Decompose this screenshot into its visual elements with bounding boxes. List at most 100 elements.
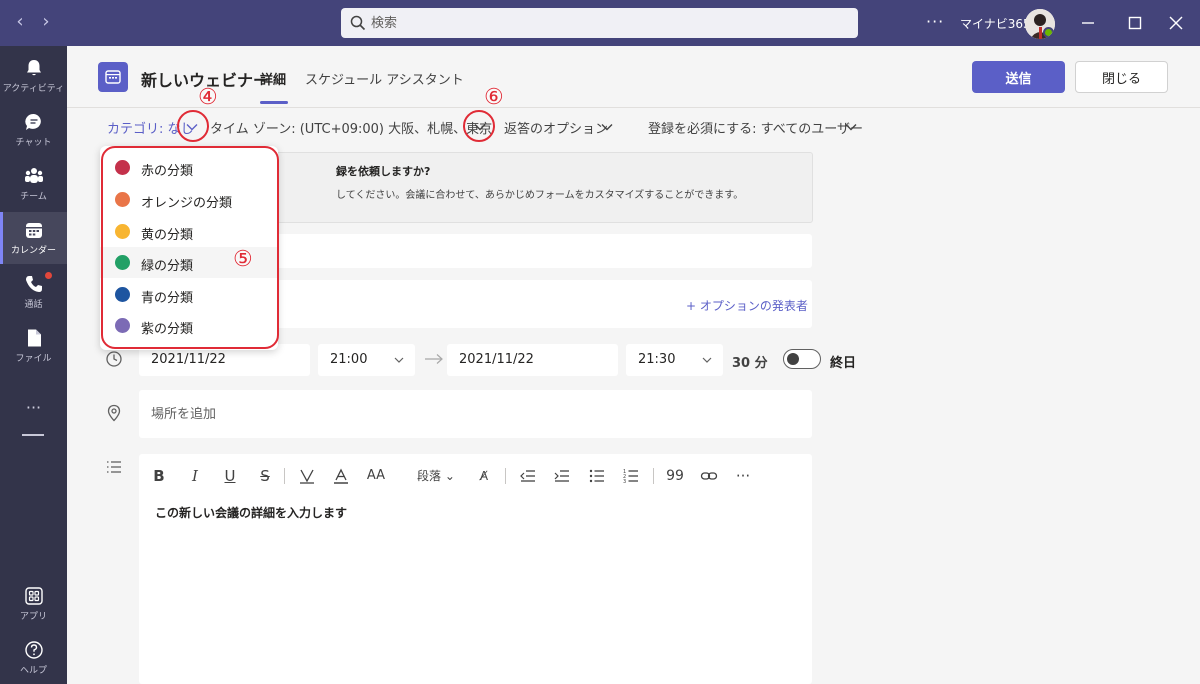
category-item-orange[interactable]: オレンジの分類 xyxy=(100,184,278,215)
quote-button[interactable]: 99 xyxy=(663,464,687,488)
details-list-icon xyxy=(107,461,121,473)
apps-icon xyxy=(25,587,43,605)
rail-item-calendar[interactable]: カレンダー xyxy=(0,212,67,264)
category-color-dot xyxy=(115,160,130,175)
svg-text:3: 3 xyxy=(623,479,626,485)
paragraph-style-label: 段落 xyxy=(417,469,442,483)
avatar[interactable] xyxy=(1025,9,1055,39)
rail-item-files[interactable]: ファイル xyxy=(0,320,67,372)
title-bar: ‹ › ··· マイナビ365 xyxy=(0,0,1200,46)
registration-option[interactable]: 登録を必須にする: すべてのユーザー xyxy=(648,118,863,137)
meeting-form: 新しいウェビナー 詳細 スケジュール アシスタント 送信 閉じる カテゴリ: な… xyxy=(67,46,1200,684)
start-time-field[interactable]: 21:00 xyxy=(318,344,415,376)
tab-details[interactable]: 詳細 xyxy=(260,69,289,104)
outdent-icon xyxy=(520,470,535,482)
more-options-icon[interactable]: ··· xyxy=(926,12,944,31)
more-apps-icon[interactable]: ··· xyxy=(0,398,67,417)
start-date-value: 2021/11/22 xyxy=(151,352,226,367)
help-icon xyxy=(25,641,43,659)
category-label: 緑の分類 xyxy=(141,259,194,274)
category-color-dot xyxy=(115,255,130,270)
insert-link-button[interactable] xyxy=(697,464,721,488)
all-day-label: 終日 xyxy=(830,356,857,371)
location-pin-icon xyxy=(107,404,121,422)
search-box[interactable] xyxy=(341,8,858,38)
rail-item-teams[interactable]: チーム xyxy=(0,158,67,210)
increase-indent-button[interactable] xyxy=(550,464,574,488)
editor-placeholder: この新しい会議の詳細を入力します xyxy=(155,506,348,520)
more-formatting-icon[interactable]: ··· xyxy=(731,464,755,488)
highlight-button[interactable] xyxy=(295,464,319,488)
rail-label: ファイル xyxy=(15,354,52,364)
location-input[interactable] xyxy=(151,404,791,424)
app-rail: アクティビティ チャット チーム カレンダー 通話 ファイル ··· アプリ ヘ… xyxy=(0,46,67,684)
category-item-yellow[interactable]: 黄の分類 xyxy=(100,216,278,247)
send-button[interactable]: 送信 xyxy=(972,61,1065,93)
rail-label: アクティビティ xyxy=(2,84,65,94)
close-window-icon[interactable] xyxy=(1163,10,1189,36)
end-time-field[interactable]: 21:30 xyxy=(626,344,723,376)
close-button[interactable]: 閉じる xyxy=(1075,61,1168,93)
rail-item-apps[interactable]: アプリ xyxy=(0,578,67,630)
toolbar-divider xyxy=(284,468,285,484)
org-name[interactable]: マイナビ365 xyxy=(960,15,1031,32)
search-input[interactable] xyxy=(371,12,841,34)
all-day-toggle[interactable] xyxy=(783,349,821,369)
rail-item-chat[interactable]: チャット xyxy=(0,104,67,156)
header-divider xyxy=(67,107,1200,108)
annotation-number-4: ④ xyxy=(198,85,218,110)
category-label: オレンジの分類 xyxy=(141,196,233,211)
rail-label: カレンダー xyxy=(10,246,56,256)
response-option[interactable]: 返答のオプション xyxy=(504,118,608,137)
location-field[interactable] xyxy=(139,390,812,438)
end-time-value: 21:30 xyxy=(638,352,676,367)
rail-label: ヘルプ xyxy=(19,666,47,676)
timezone-option[interactable]: タイム ゾーン: (UTC+09:00) 大阪、札幌、東京 xyxy=(210,118,492,137)
category-item-blue[interactable]: 青の分類 xyxy=(100,279,278,310)
rail-item-help[interactable]: ヘルプ xyxy=(0,632,67,684)
notification-dot xyxy=(45,272,52,279)
category-color-dot xyxy=(115,192,130,207)
italic-button[interactable]: I xyxy=(183,464,207,488)
file-icon xyxy=(28,329,41,347)
indent-icon xyxy=(554,470,569,482)
timezone-chevron-down-icon[interactable] xyxy=(473,120,487,134)
details-editor[interactable]: B I U S AA 段落 ⌄ A̸ 123 99 ··· この新しい会議の詳細… xyxy=(139,454,812,684)
rail-item-activity[interactable]: アクティビティ xyxy=(0,50,67,102)
registration-chevron-down-icon[interactable] xyxy=(844,120,858,134)
strikethrough-button[interactable]: S xyxy=(253,464,277,488)
response-chevron-down-icon[interactable] xyxy=(600,120,614,134)
clear-formatting-button[interactable]: A̸ xyxy=(472,464,496,488)
add-optional-presenter-link[interactable]: + オプションの発表者 xyxy=(686,297,808,314)
font-color-button[interactable] xyxy=(329,464,353,488)
font-size-button[interactable]: AA xyxy=(364,464,388,488)
category-chevron-down-icon[interactable] xyxy=(185,120,199,134)
annotation-number-6: ⑥ xyxy=(484,85,504,110)
back-arrow-icon[interactable]: ‹ xyxy=(10,12,30,32)
bold-button[interactable]: B xyxy=(147,464,171,488)
end-date-field[interactable]: 2021/11/22 xyxy=(447,344,618,376)
tab-scheduling-assistant[interactable]: スケジュール アシスタント xyxy=(305,69,464,88)
bulleted-list-button[interactable] xyxy=(585,464,609,488)
forward-arrow-icon[interactable]: › xyxy=(36,12,56,32)
calendar-icon xyxy=(26,223,42,238)
category-option[interactable]: カテゴリ: なし xyxy=(107,118,194,137)
paragraph-style-button[interactable]: 段落 ⌄ xyxy=(411,464,461,488)
duration-label: 30 分 xyxy=(732,356,768,371)
rail-item-calls[interactable]: 通話 xyxy=(0,266,67,318)
minimize-icon[interactable] xyxy=(1075,10,1101,36)
annotation-number-5: ⑤ xyxy=(233,247,253,272)
bell-icon xyxy=(27,60,41,76)
presence-status-icon xyxy=(1043,27,1054,38)
category-item-purple[interactable]: 紫の分類 xyxy=(100,310,278,341)
toolbar-divider xyxy=(505,468,506,484)
maximize-icon[interactable] xyxy=(1122,10,1148,36)
underline-button[interactable]: U xyxy=(218,464,242,488)
decrease-indent-button[interactable] xyxy=(516,464,540,488)
bullet-list-icon xyxy=(589,469,604,483)
chevron-down-icon xyxy=(702,357,712,363)
numbered-list-button[interactable]: 123 xyxy=(619,464,643,488)
chevron-down-icon xyxy=(394,357,404,363)
search-icon xyxy=(350,15,366,31)
category-item-red[interactable]: 赤の分類 xyxy=(100,152,278,183)
